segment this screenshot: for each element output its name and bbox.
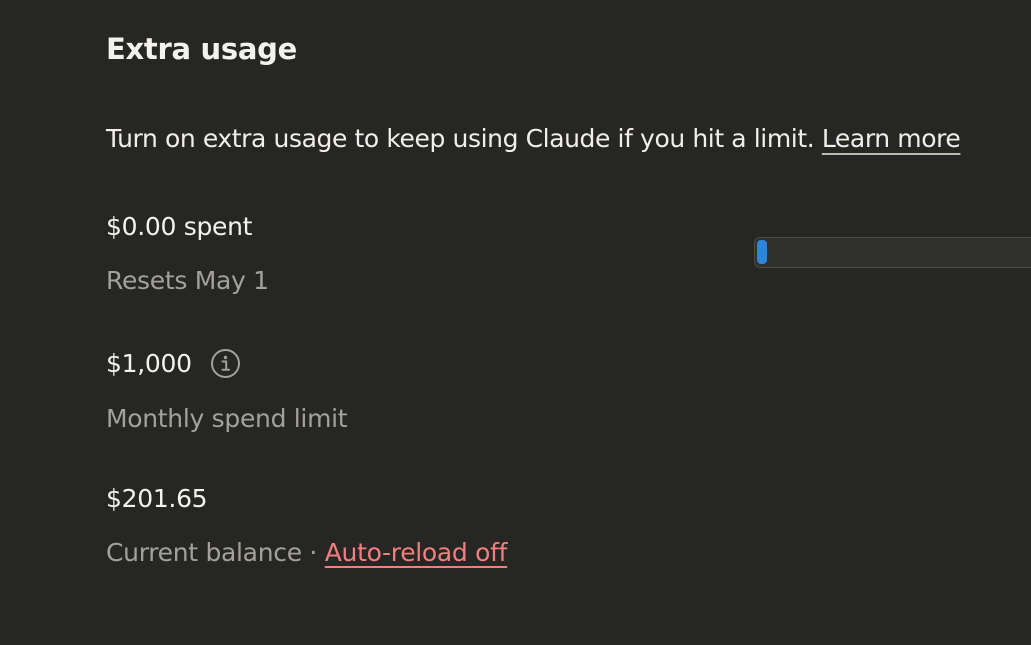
- auto-reload-link[interactable]: Auto-reload off: [325, 538, 508, 567]
- spend-limit-amount: $1,000: [106, 349, 192, 378]
- balance-label: Current balance: [106, 538, 302, 567]
- spent-amount: $0.00 spent: [106, 212, 253, 241]
- section-title: Extra usage: [106, 32, 297, 66]
- info-icon-glyph: [210, 349, 240, 378]
- balance-stat: $201.65 Current balance · Auto-reload of…: [106, 484, 507, 567]
- learn-more-link[interactable]: Learn more: [822, 124, 961, 153]
- info-icon[interactable]: [210, 348, 241, 379]
- spend-limit-stat: $1,000 Monthly spend limit: [106, 348, 348, 433]
- extra-usage-description: Turn on extra usage to keep using Claude…: [106, 124, 961, 153]
- balance-row: Current balance · Auto-reload off: [106, 538, 507, 567]
- separator-dot: ·: [301, 538, 325, 567]
- reset-date: Resets May 1: [106, 266, 269, 295]
- usage-progress-fill: [757, 240, 767, 264]
- spend-limit-row: $1,000: [106, 348, 347, 379]
- spent-stat: $0.00 spent Resets May 1: [106, 212, 269, 295]
- usage-progress-bar: [754, 237, 1031, 268]
- extra-usage-panel: Extra usage Turn on extra usage to keep …: [0, 0, 1031, 645]
- description-text: Turn on extra usage to keep using Claude…: [106, 124, 815, 153]
- spend-limit-label: Monthly spend limit: [106, 404, 348, 433]
- balance-amount: $201.65: [106, 484, 208, 513]
